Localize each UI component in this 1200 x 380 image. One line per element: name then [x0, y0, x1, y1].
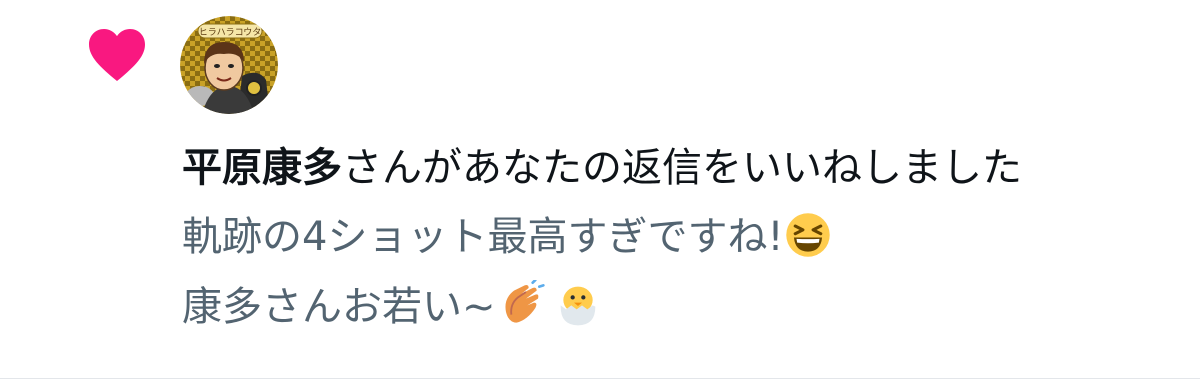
reply-text[interactable]: 軌跡の4ショット最高すぎですね! 康多さんお若い~	[182, 206, 1182, 346]
heart-icon	[89, 29, 145, 81]
reply-line-1-text: 軌跡の4ショット最高すぎですね!	[182, 214, 784, 260]
like-notification[interactable]: ヒラハラコウタ 平原康多さんがあなたの返信をいいねしました 軌跡の4ショット最高…	[0, 0, 1200, 379]
avatar[interactable]: ヒラハラコウタ	[180, 16, 278, 114]
reply-line-2: 康多さんお若い~	[182, 276, 1182, 346]
avatar-badge-text: ヒラハラコウタ	[199, 27, 262, 38]
reply-line-2-text: 康多さんお若い~	[182, 284, 496, 330]
grinning-squinting-face-emoji	[785, 212, 831, 276]
notification-headline: 平原康多さんがあなたの返信をいいねしました	[182, 140, 1182, 196]
clapping-hands-emoji	[498, 278, 546, 346]
notification-content: 平原康多さんがあなたの返信をいいねしました 軌跡の4ショット最高すぎですね! 康…	[182, 140, 1182, 346]
avatar-image: ヒラハラコウタ	[180, 16, 278, 114]
reply-line-1: 軌跡の4ショット最高すぎですね!	[182, 206, 1182, 276]
hatching-chick-emoji	[554, 280, 602, 346]
action-text: さんがあなたの返信をいいねしました	[342, 145, 1022, 191]
user-name-link[interactable]: 平原康多	[182, 145, 342, 191]
